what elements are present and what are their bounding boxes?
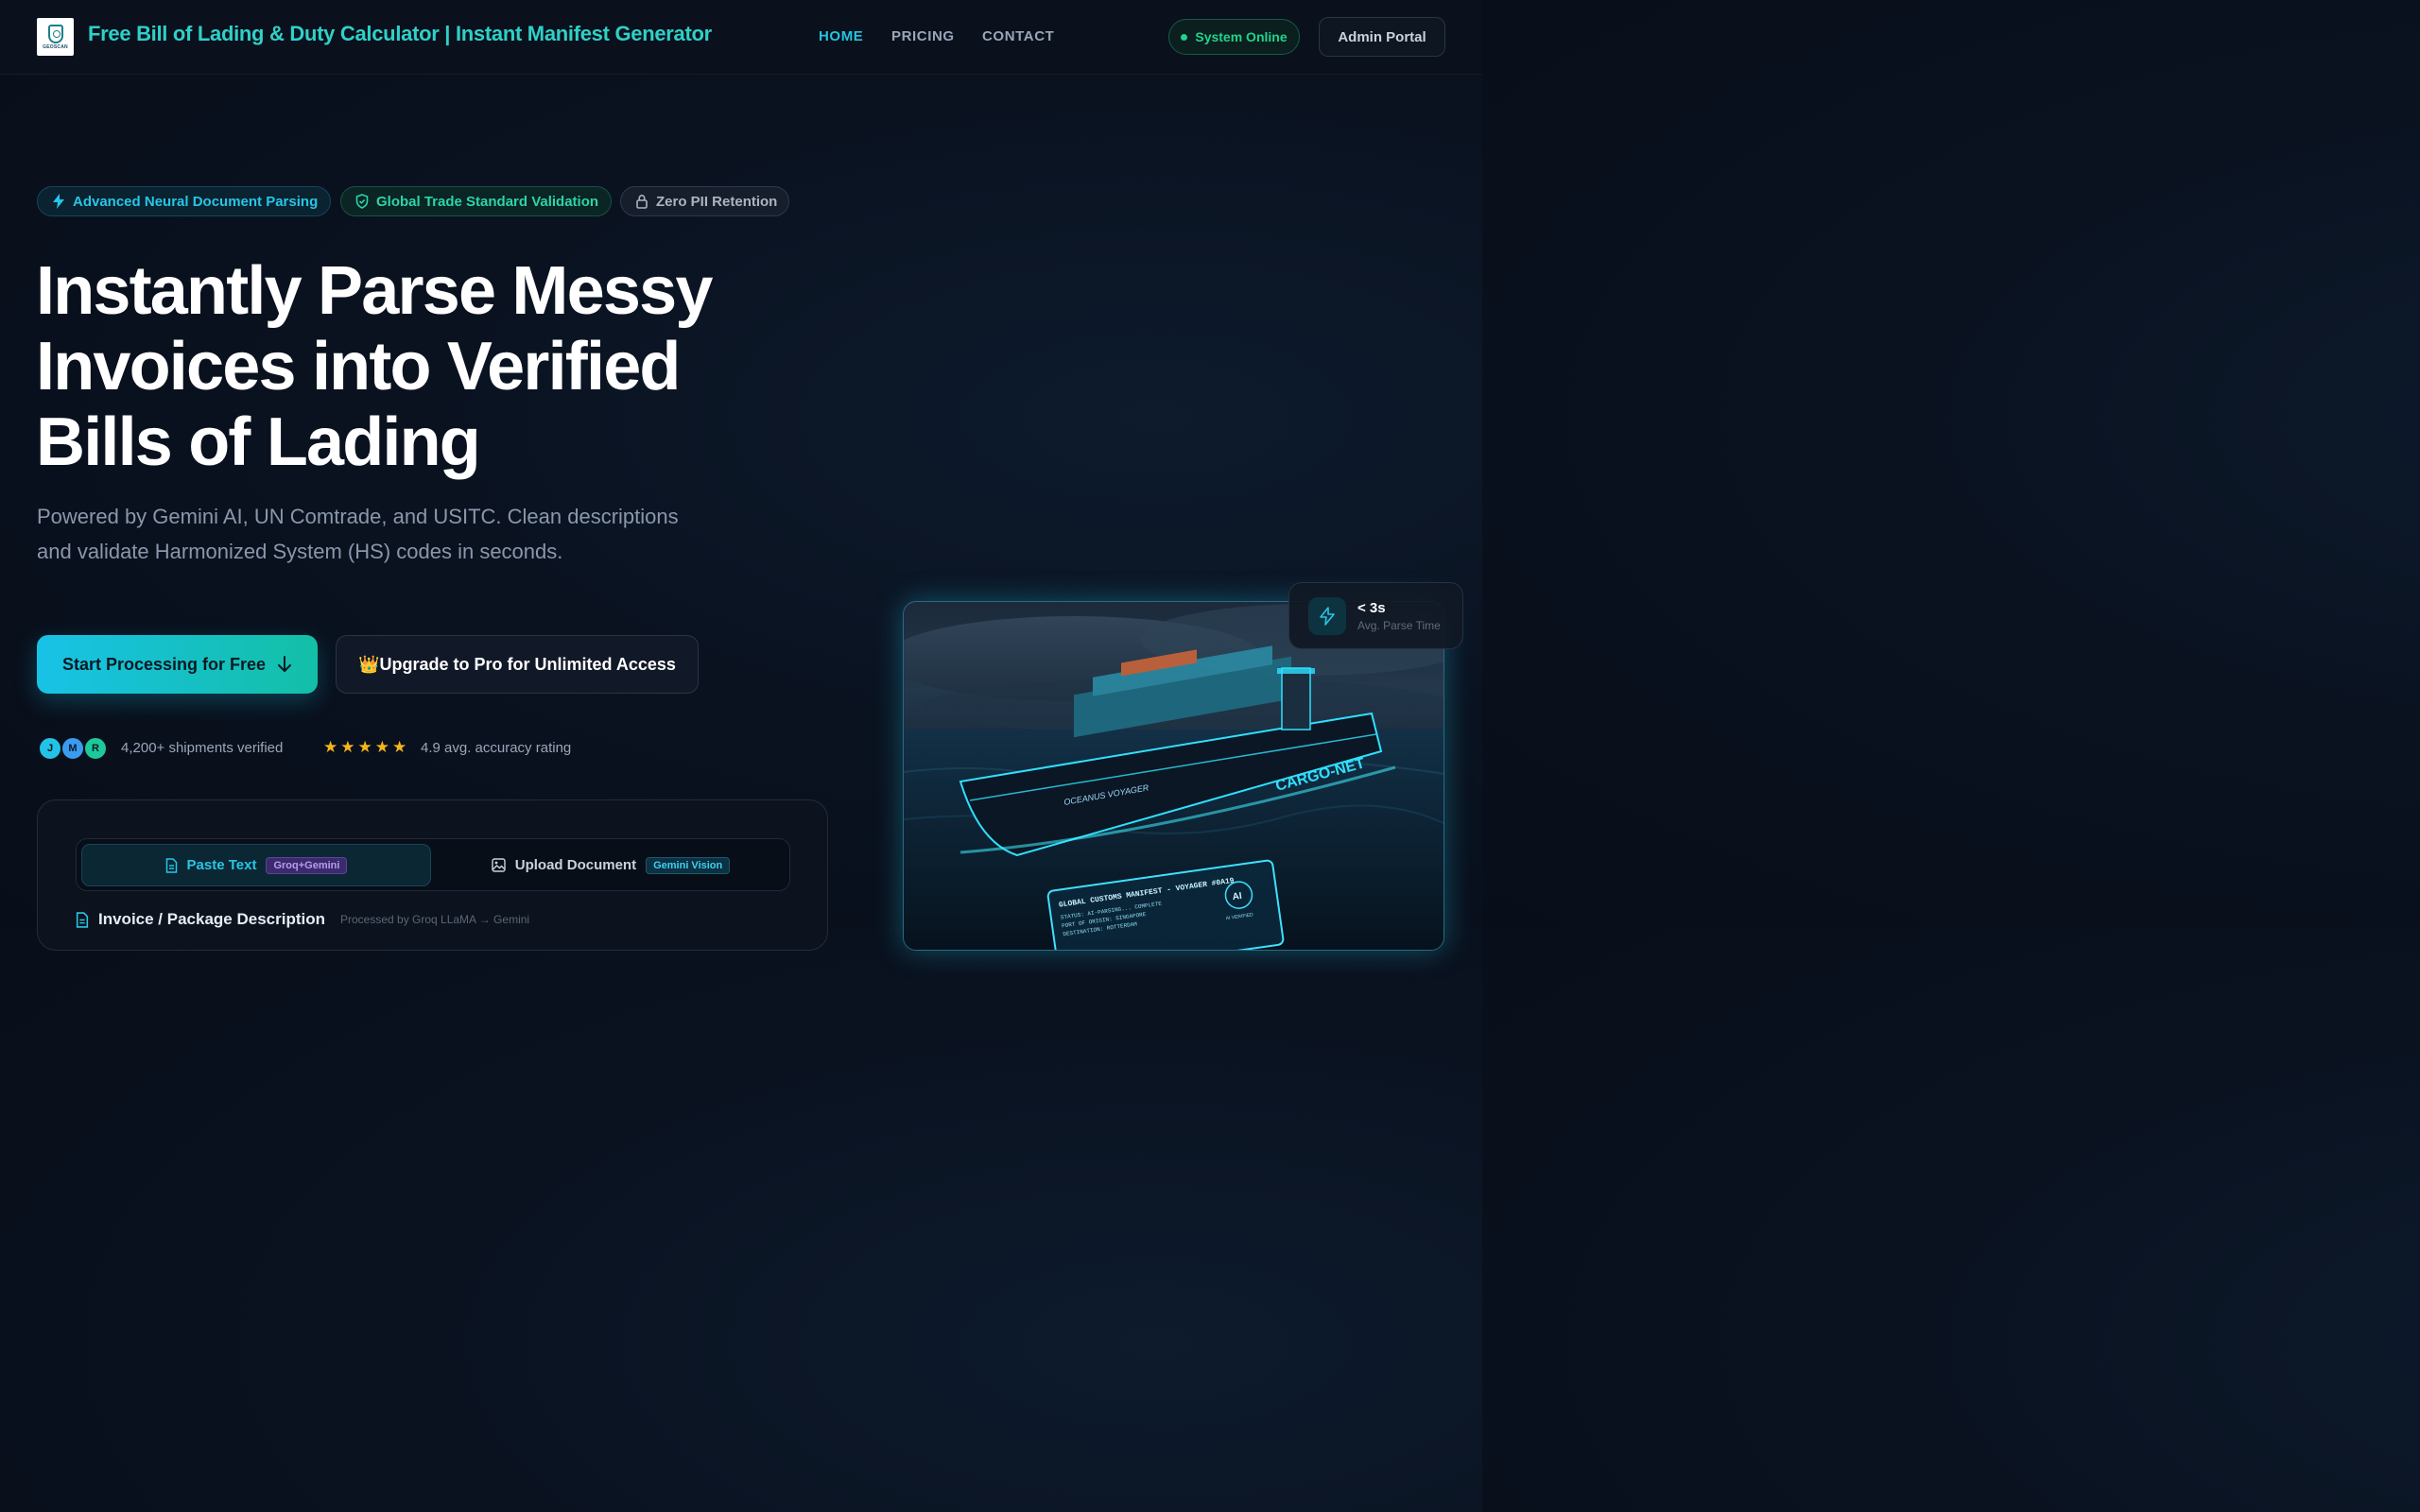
hero-subtitle: Powered by Gemini AI, UN Comtrade, and U… bbox=[37, 505, 679, 563]
star-icon: ★ bbox=[374, 738, 389, 756]
avatar: R bbox=[83, 736, 108, 761]
shipments-verified-text: 4,200+ shipments verified bbox=[121, 740, 284, 756]
document-icon bbox=[76, 911, 89, 928]
start-processing-button[interactable]: Start Processing for Free bbox=[37, 635, 318, 694]
tab-upload-document[interactable]: Upload Document Gemini Vision bbox=[436, 844, 786, 886]
badge-label: Global Trade Standard Validation bbox=[376, 193, 599, 210]
upgrade-pro-button[interactable]: 👑Upgrade to Pro for Unlimited Access bbox=[336, 635, 699, 694]
badge-trade-validation: Global Trade Standard Validation bbox=[340, 186, 612, 216]
ship-illustration: CARGO-NET OCEANUS VOYAGER GLOBAL CUSTOMS… bbox=[904, 604, 1443, 950]
nav-home[interactable]: HOME bbox=[819, 28, 863, 44]
badge-label: Advanced Neural Document Parsing bbox=[73, 193, 319, 210]
engine-tag: Gemini Vision bbox=[646, 856, 731, 874]
admin-portal-button[interactable]: Admin Portal bbox=[1319, 17, 1445, 57]
brand-title[interactable]: Free Bill of Lading & Duty Calculator | … bbox=[88, 22, 712, 46]
geoscan-logo[interactable]: GEOSCAN bbox=[37, 18, 74, 56]
image-icon bbox=[492, 858, 506, 872]
hero-title: Instantly Parse Messy Invoices into Veri… bbox=[36, 253, 811, 480]
stat-value: < 3s bbox=[1357, 599, 1386, 616]
badge-neural-parsing: Advanced Neural Document Parsing bbox=[37, 186, 331, 216]
shield-check-icon bbox=[355, 194, 369, 209]
star-icon: ★ bbox=[392, 738, 407, 756]
star-icon: ★ bbox=[323, 738, 338, 756]
badge-label: Zero PII Retention bbox=[656, 193, 778, 210]
star-icon: ★ bbox=[357, 738, 372, 756]
start-processing-label: Start Processing for Free bbox=[61, 654, 267, 674]
tab-label: Upload Document bbox=[514, 857, 637, 873]
status-label: System Online bbox=[1195, 29, 1288, 44]
cargo-ship-image: CARGO-NET OCEANUS VOYAGER GLOBAL CUSTOMS… bbox=[903, 601, 1444, 951]
stat-label: Avg. Parse Time bbox=[1357, 618, 1441, 632]
status-dot-icon bbox=[1181, 33, 1188, 41]
bolt-icon bbox=[1320, 606, 1335, 626]
tab-paste-text[interactable]: Paste Text Groq+Gemini bbox=[81, 844, 431, 886]
hero-title-line: Invoices into Verified bbox=[36, 329, 681, 404]
accuracy-rating-text: 4.9 avg. accuracy rating bbox=[421, 740, 572, 756]
hero-title-line: Bills of Lading bbox=[36, 404, 481, 480]
badge-pii: Zero PII Retention bbox=[620, 186, 789, 216]
avatar: J bbox=[38, 736, 62, 761]
nav-contact[interactable]: CONTACT bbox=[982, 28, 1054, 44]
logo-text: GEOSCAN bbox=[43, 43, 68, 50]
section-header: Invoice / Package Description Processed … bbox=[76, 910, 529, 929]
parse-time-stat-card: < 3s Avg. Parse Time bbox=[1288, 582, 1463, 649]
system-status-badge: System Online bbox=[1168, 19, 1300, 55]
logo-mark-icon bbox=[47, 24, 63, 43]
user-avatars: J M R bbox=[38, 736, 108, 762]
section-note: Processed by Groq LLaMA → Gemini bbox=[339, 913, 530, 926]
ai-badge-text: AI bbox=[1232, 891, 1243, 902]
top-navbar: GEOSCAN Free Bill of Lading & Duty Calcu… bbox=[0, 0, 1482, 75]
lock-icon bbox=[636, 194, 648, 209]
avatar: M bbox=[60, 736, 85, 761]
nav-pricing[interactable]: PRICING bbox=[891, 28, 955, 44]
section-title: Invoice / Package Description bbox=[98, 910, 325, 928]
document-icon bbox=[165, 857, 177, 873]
bolt-icon bbox=[53, 194, 64, 209]
stat-icon-box bbox=[1308, 596, 1346, 635]
engine-tag: Groq+Gemini bbox=[266, 856, 348, 874]
hero-title-line: Instantly Parse Messy bbox=[36, 253, 713, 329]
arrow-down-icon bbox=[278, 656, 292, 672]
tab-label: Paste Text bbox=[186, 857, 257, 873]
rating-stars: ★ ★ ★ ★ ★ bbox=[323, 738, 406, 757]
input-mode-tabs: Paste Text Groq+Gemini Upload Document G… bbox=[76, 838, 790, 891]
star-icon: ★ bbox=[340, 738, 355, 756]
processing-tool-card: Paste Text Groq+Gemini Upload Document G… bbox=[37, 799, 828, 951]
